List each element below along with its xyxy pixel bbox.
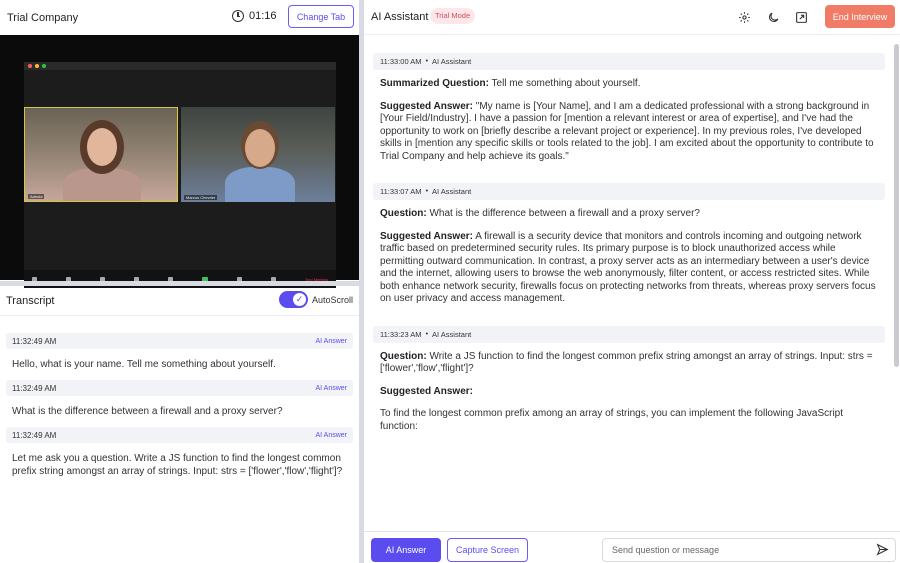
scrollbar-thumb[interactable] <box>894 44 899 367</box>
chat-message: 11:33:00 AM • AI Assistant Summarized Qu… <box>373 53 885 183</box>
change-tab-button[interactable]: Change Tab <box>288 5 354 28</box>
chat-sender: AI Assistant <box>432 187 472 196</box>
bullet-separator: • <box>425 58 429 65</box>
question-line: Question: Write a JS function to find th… <box>380 351 878 376</box>
autoscroll-toggle[interactable]: ✓ <box>279 291 308 308</box>
participant-name-2: Marcus Chevrier <box>184 195 218 200</box>
chat-sender: AI Assistant <box>432 329 472 339</box>
participant-face <box>87 128 117 166</box>
capture-screen-button[interactable]: Capture Screen <box>447 538 528 562</box>
send-icon[interactable] <box>876 543 890 557</box>
question-label: Question: <box>380 208 427 219</box>
chat-message-meta: 11:33:07 AM • AI Assistant <box>373 183 885 200</box>
maximize-dot-icon <box>42 64 46 68</box>
video-feed: Adeola Marcus Chevrier End Meeting <box>0 35 359 288</box>
transcript-item-meta: 11:32:49 AM AI Answer <box>6 427 353 443</box>
popout-icon[interactable] <box>794 10 808 24</box>
chat-scrollbar[interactable] <box>894 42 899 522</box>
transcript-list: 11:32:49 AM AI Answer Hello, what is you… <box>6 333 353 487</box>
transcript-item-meta: 11:32:49 AM AI Answer <box>6 380 353 396</box>
chat-message: 11:33:07 AM • AI Assistant Question: Wha… <box>373 183 885 326</box>
answer-label: Suggested Answer: <box>380 230 473 242</box>
transcript-item-meta: 11:32:49 AM AI Answer <box>6 333 353 349</box>
trial-mode-badge: Trial Mode <box>430 8 476 24</box>
answer-line: Suggested Answer: "My name is [Your Name… <box>380 101 878 164</box>
chat-time: 11:33:07 AM <box>380 187 422 196</box>
moon-icon[interactable] <box>766 10 780 24</box>
answer-label: Suggested Answer: <box>380 385 473 397</box>
transcript-text: Hello, what is your name. Tell me someth… <box>12 359 276 370</box>
chat-message-body: Summarized Question: Tell me something a… <box>373 70 885 183</box>
ai-answer-button[interactable]: AI Answer <box>371 538 441 562</box>
timer-value: 01:16 <box>249 10 277 22</box>
transcript-item: 11:32:49 AM AI Answer What is the differ… <box>6 380 353 427</box>
participant-name-1: Adeola <box>28 194 45 199</box>
chat-time: 11:33:00 AM <box>380 57 422 66</box>
chat-message-meta: 11:33:23 AM • AI Assistant <box>373 325 885 343</box>
meeting-window-titlebar <box>24 62 336 70</box>
close-dot-icon <box>28 64 32 68</box>
check-icon: ✓ <box>293 293 306 306</box>
clock-icon <box>232 10 244 22</box>
chat-message-body: Question: What is the difference between… <box>373 200 885 326</box>
answer-line: Suggested Answer: A firewall is a securi… <box>380 231 878 306</box>
app-root: Trial Company 01:16 Change Tab Adeola Ma… <box>0 0 900 563</box>
answer-text: To find the longest common prefix among … <box>380 408 844 432</box>
message-input[interactable] <box>602 538 896 562</box>
left-pane: Trial Company 01:16 Change Tab Adeola Ma… <box>0 0 361 563</box>
participant-face <box>245 129 275 167</box>
question-text: Tell me something about yourself. <box>491 78 641 89</box>
answer-label: Suggested Answer: <box>380 100 473 112</box>
left-header: Trial Company 01:16 Change Tab <box>0 0 361 35</box>
participant-body <box>225 167 295 202</box>
answer-line: Suggested Answer: <box>380 386 878 399</box>
meeting-window: Adeola Marcus Chevrier End Meeting <box>24 62 336 288</box>
right-pane: AI Assistant Trial Mode End Interview 11… <box>364 0 900 563</box>
participant-tile-1: Adeola <box>24 107 178 202</box>
chat-message-meta: 11:33:00 AM • AI Assistant <box>373 53 885 70</box>
end-interview-button[interactable]: End Interview <box>825 5 895 28</box>
ai-answer-link[interactable]: AI Answer <box>315 385 347 392</box>
chat-feed: 11:33:00 AM • AI Assistant Summarized Qu… <box>373 53 885 453</box>
transcript-item: 11:32:49 AM AI Answer Let me ask you a q… <box>6 427 353 487</box>
question-label: Summarized Question: <box>380 78 489 89</box>
assistant-title: AI Assistant <box>371 11 429 23</box>
timer: 01:16 <box>232 10 277 22</box>
assistant-header: AI Assistant Trial Mode End Interview <box>364 0 900 35</box>
minimize-dot-icon <box>35 64 39 68</box>
chat-time: 11:33:23 AM <box>380 329 422 339</box>
question-line: Question: What is the difference between… <box>380 208 878 221</box>
autoscroll-label: AutoScroll <box>312 295 354 305</box>
ai-answer-link[interactable]: AI Answer <box>315 338 347 345</box>
chat-message-body: Question: Write a JS function to find th… <box>373 343 885 454</box>
transcript-time: 11:32:49 AM <box>12 336 57 346</box>
company-name: Trial Company <box>7 11 79 24</box>
bullet-separator: • <box>425 330 429 338</box>
chat-sender: AI Assistant <box>432 57 472 66</box>
bullet-separator: • <box>425 188 429 195</box>
gear-icon[interactable] <box>737 10 751 24</box>
chat-message: 11:33:23 AM • AI Assistant Question: Wri… <box>373 325 885 454</box>
participant-tile-2: Marcus Chevrier <box>181 107 335 202</box>
question-text: Write a JS function to find the longest … <box>380 350 873 375</box>
transcript-time: 11:32:49 AM <box>12 383 57 393</box>
ai-answer-link[interactable]: AI Answer <box>315 432 347 439</box>
question-text: What is the difference between a firewal… <box>429 208 700 219</box>
transcript-title: Transcript <box>6 294 55 307</box>
question-label: Question: <box>380 350 427 362</box>
transcript-text: What is the difference between a firewal… <box>12 406 283 417</box>
transcript-item: 11:32:49 AM AI Answer Hello, what is you… <box>6 333 353 380</box>
question-line: Summarized Question: Tell me something a… <box>380 78 878 91</box>
assistant-footer: AI Answer Capture Screen <box>364 531 900 563</box>
transcript-time: 11:32:49 AM <box>12 430 57 440</box>
transcript-text: Let me ask you a question. Write a JS fu… <box>12 453 343 477</box>
